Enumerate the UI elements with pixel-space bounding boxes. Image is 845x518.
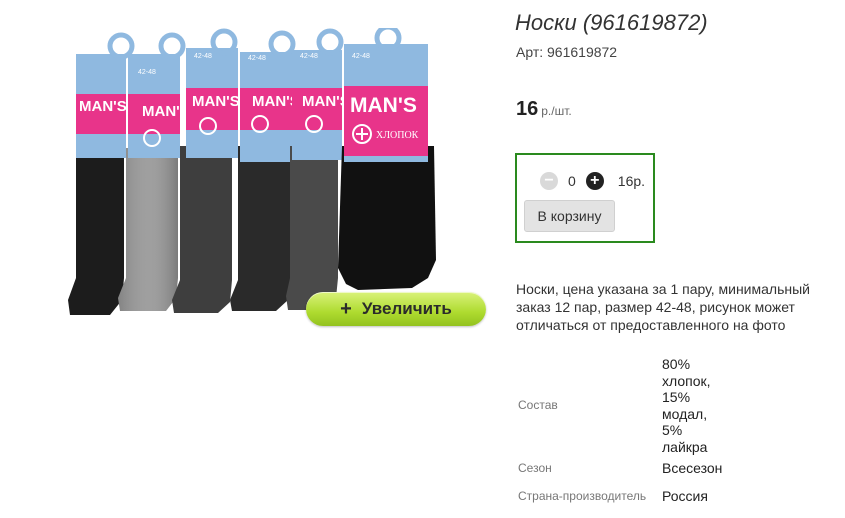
property-value: Всесезон — [662, 460, 723, 476]
value-line: 5% — [662, 422, 683, 438]
property-name: Состав — [518, 398, 558, 412]
brand-label-3: MAN'S — [192, 93, 240, 110]
sock-6: MAN'S ХЛОПОК 42-48 — [338, 28, 436, 290]
value-line: лайкра — [662, 438, 708, 455]
price-unit: р./шт. — [541, 104, 572, 118]
product-description: Носки, цена указана за 1 пару, минимальн… — [516, 281, 810, 333]
brand-label-6: MAN'S — [350, 94, 417, 117]
cotton-label: ХЛОПОК — [376, 130, 419, 141]
cart-total: 16р. — [617, 173, 646, 189]
size-label-3: 42-48 — [194, 53, 212, 60]
quantity-stepper: − 0 + 16р. — [540, 172, 645, 190]
property-value: 80% хлопок, 15% модал, 5% лайкра — [662, 356, 711, 455]
brand-label-2: MAN'S — [142, 103, 190, 120]
increase-quantity-icon[interactable]: + — [585, 172, 604, 190]
property-value: Россия — [662, 488, 708, 504]
quantity-value: 0 — [568, 173, 576, 189]
brand-label-1: MAN'S — [79, 98, 127, 115]
add-to-cart-button[interactable]: В корзину — [524, 200, 615, 232]
sock-1: MAN'S — [68, 32, 135, 315]
size-label-4: 42-48 — [248, 55, 266, 62]
property-name: Страна-производитель — [518, 489, 647, 503]
value-line: хлопок, — [662, 372, 711, 389]
product-sku: Арт: 961619872 — [516, 44, 618, 60]
decrease-quantity-icon[interactable]: − — [540, 172, 558, 190]
property-name: Сезон — [518, 461, 552, 475]
size-label-5: 42-48 — [300, 53, 318, 60]
plus-icon: + — [340, 298, 352, 320]
zoom-button[interactable]: + Увеличить — [306, 292, 486, 326]
sock-3: MAN'S 42-48 — [172, 28, 240, 313]
sock-4: MAN'S 42-48 — [230, 30, 300, 311]
value-line: 15% — [662, 389, 691, 405]
product-title: Носки (961619872) — [515, 10, 708, 35]
sock-2: MAN'S 42-48 — [118, 32, 190, 311]
value-line: модал, — [662, 405, 708, 422]
product-image[interactable]: MAN'S MAN'S 42-48 MAN'S 42-48 MAN'S 42-4… — [62, 28, 457, 328]
zoom-button-label: Увеличить — [361, 299, 452, 318]
size-label-2: 42-48 — [138, 69, 156, 76]
price-value: 16 — [516, 98, 539, 120]
value-line: 80% — [662, 356, 691, 372]
brand-label-5: MAN'S — [302, 93, 350, 110]
add-to-cart-box: − 0 + 16р. В корзину — [515, 153, 655, 243]
size-label-6: 42-48 — [352, 53, 370, 60]
product-price: 16 р./шт. — [516, 98, 572, 121]
